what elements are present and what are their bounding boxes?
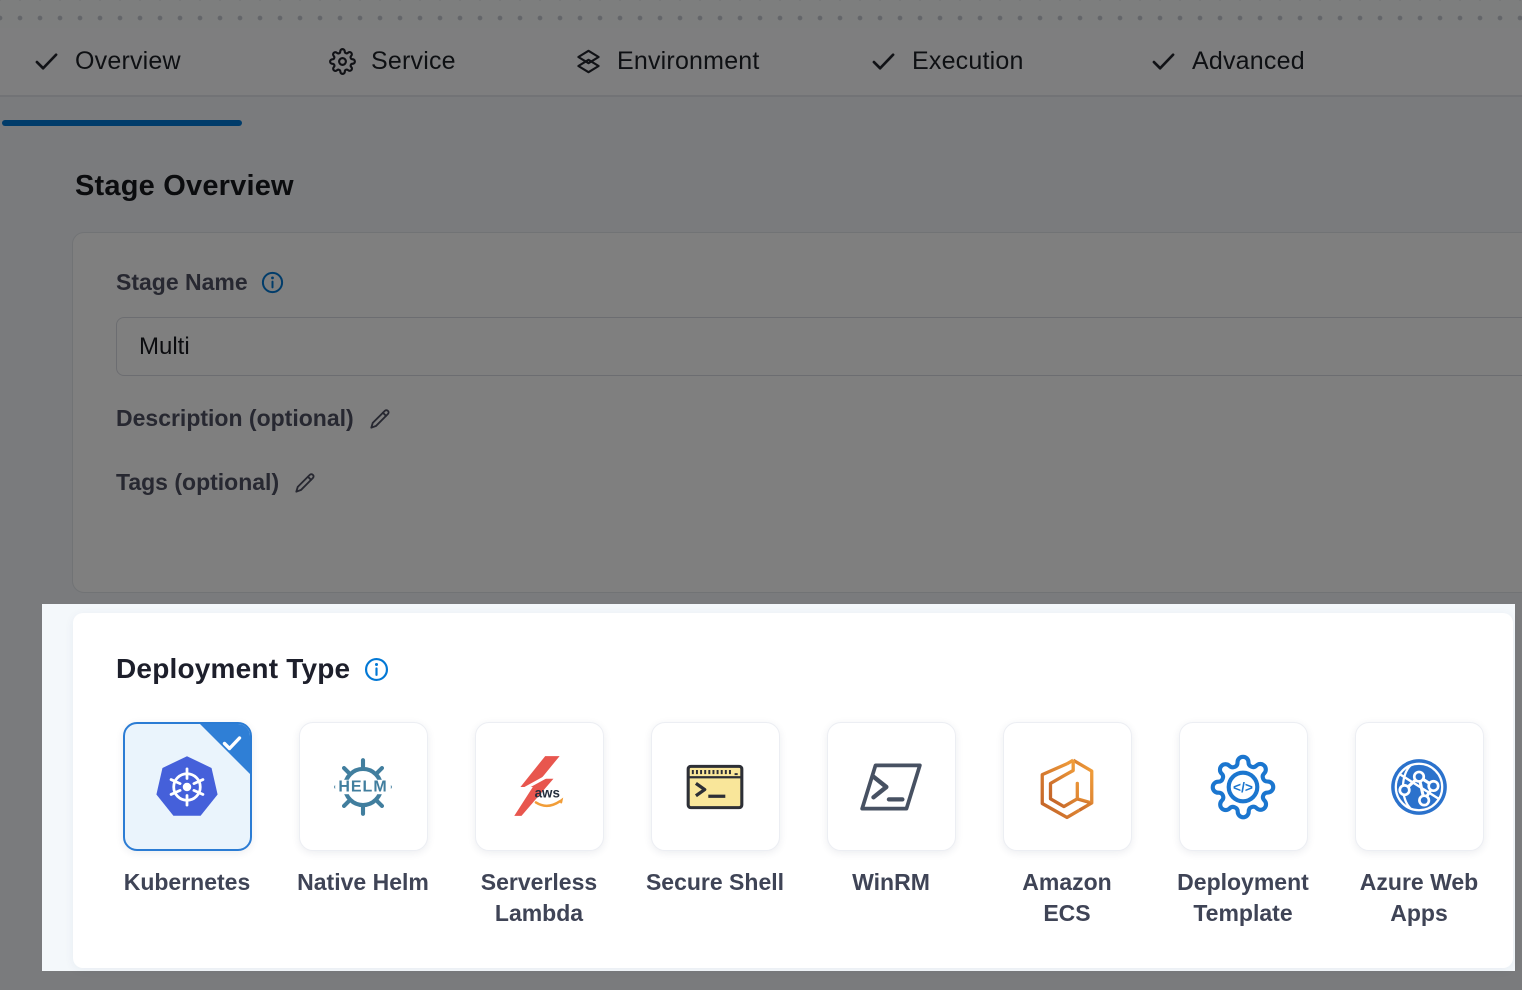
tab-service[interactable]: Service: [329, 28, 456, 95]
deployment-type-label: Azure Web Apps: [1360, 867, 1478, 929]
edit-pencil-icon[interactable]: [292, 470, 318, 496]
deployment-type-label: Kubernetes: [124, 867, 251, 898]
stage-name-label: Stage Name: [116, 269, 248, 296]
deployment-type-label: Amazon ECS: [1022, 867, 1111, 929]
gear-code-icon: </>: [1210, 754, 1276, 820]
deployment-type-amazon-ecs[interactable]: Amazon ECS: [979, 722, 1155, 929]
tab-overview[interactable]: Overview: [33, 28, 181, 95]
check-icon: [870, 48, 897, 75]
stage-tabbar: Overview Service Environment Execution A: [0, 28, 1522, 97]
tab-execution[interactable]: Execution: [870, 28, 1024, 95]
azure-globe-icon: [1386, 754, 1452, 820]
stage-overview-card: Stage Name Multi Description (optional) …: [72, 232, 1522, 593]
tab-service-label: Service: [371, 47, 456, 76]
tab-overview-label: Overview: [75, 47, 181, 76]
deployment-type-label: WinRM: [852, 867, 930, 898]
tab-advanced-label: Advanced: [1192, 47, 1305, 76]
info-icon[interactable]: [261, 271, 284, 294]
svg-text:aws: aws: [535, 785, 560, 800]
deployment-type-label: Serverless Lambda: [481, 867, 597, 929]
dim-overlay-bottom: [0, 971, 1522, 990]
amazon-ecs-icon: [1034, 754, 1100, 820]
deployment-type-label: Native Helm: [297, 867, 429, 898]
tab-environment-label: Environment: [617, 47, 760, 76]
pipeline-canvas-dots: [0, 0, 1522, 28]
check-icon: [1150, 48, 1177, 75]
svg-text:HELM: HELM: [338, 778, 387, 795]
edit-pencil-icon[interactable]: [367, 406, 393, 432]
stage-config-screen: Overview Service Environment Execution A: [0, 0, 1522, 990]
deployment-type-native-helm[interactable]: HELM Native Helm: [275, 722, 451, 929]
helm-icon: HELM: [330, 754, 396, 820]
tags-label: Tags (optional): [116, 469, 279, 496]
info-icon[interactable]: [364, 657, 389, 682]
deployment-type-winrm[interactable]: WinRM: [803, 722, 979, 929]
stage-name-value: Multi: [139, 333, 190, 361]
terminal-icon: [682, 754, 748, 820]
dim-overlay-right: [1515, 604, 1522, 971]
deployment-type-label: Deployment Template: [1177, 867, 1309, 929]
deployment-type-secure-shell[interactable]: Secure Shell: [627, 722, 803, 929]
deployment-type-spotlight: Deployment Type: [42, 604, 1515, 971]
stage-name-input[interactable]: Multi: [116, 317, 1522, 376]
check-icon: [33, 48, 60, 75]
description-label: Description (optional): [116, 405, 354, 432]
tab-execution-label: Execution: [912, 47, 1024, 76]
deployment-type-azure-web-apps[interactable]: Azure Web Apps: [1331, 722, 1507, 929]
layers-icon: [575, 48, 602, 75]
deployment-type-panel: Deployment Type: [73, 613, 1513, 968]
svg-text:</>: </>: [1233, 780, 1253, 795]
deployment-type-title: Deployment Type: [116, 653, 350, 685]
tab-advanced[interactable]: Advanced: [1150, 28, 1305, 95]
deployment-type-label: Secure Shell: [646, 867, 784, 898]
tab-environment[interactable]: Environment: [575, 28, 760, 95]
deployment-type-deployment-template[interactable]: </> Deployment Template: [1155, 722, 1331, 929]
powershell-icon: [858, 754, 924, 820]
deployment-type-kubernetes[interactable]: Kubernetes: [99, 722, 275, 929]
deployment-type-serverless-lambda[interactable]: aws Serverless Lambda: [451, 722, 627, 929]
active-tab-underline: [2, 120, 242, 126]
page-title: Stage Overview: [75, 170, 294, 203]
dim-overlay-left: [0, 604, 42, 971]
selected-check-icon: [220, 731, 244, 755]
serverless-lambda-icon: aws: [506, 754, 572, 820]
deployment-type-options: Kubernetes HELM Native Helm aws: [99, 722, 1507, 929]
gear-icon: [329, 48, 356, 75]
